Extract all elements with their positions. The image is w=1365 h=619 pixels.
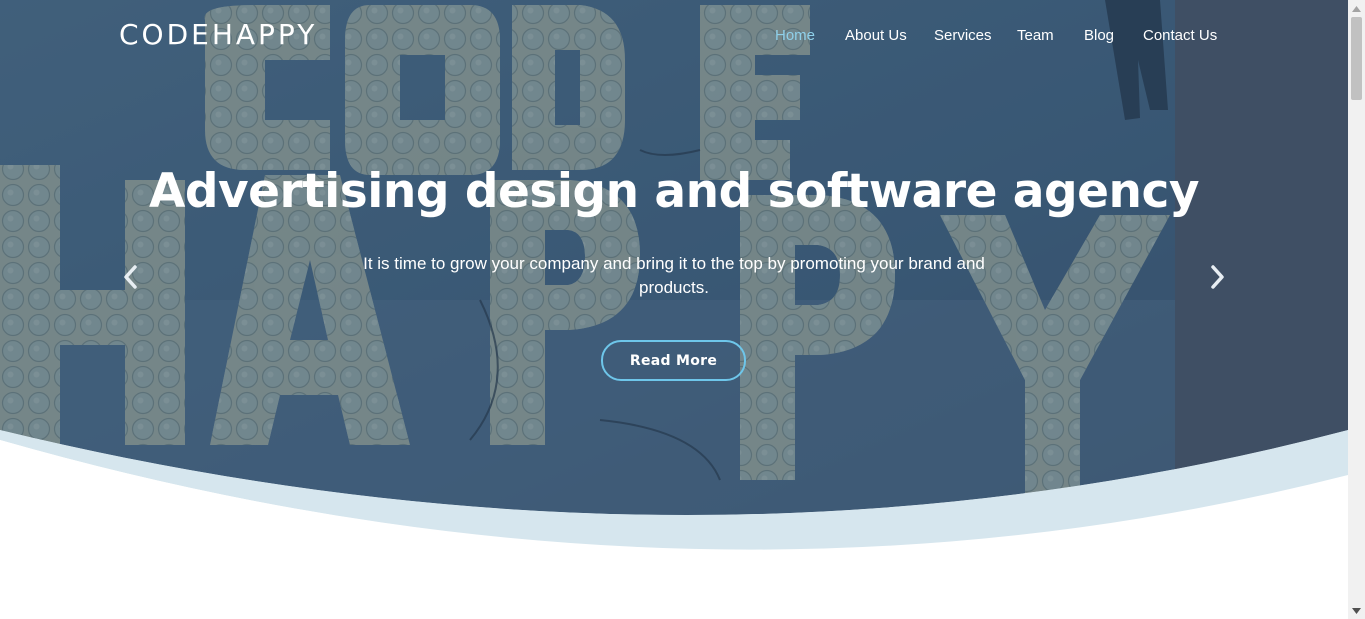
brand-logo[interactable]: CODEHAPPY <box>119 18 317 51</box>
chevron-left-icon <box>124 265 137 289</box>
carousel-next-button[interactable] <box>1202 262 1232 292</box>
nav-team[interactable]: Team <box>1017 27 1054 44</box>
nav-blog[interactable]: Blog <box>1084 27 1114 44</box>
hero-section: CODEHAPPY Home About Us Services Team Bl… <box>0 0 1348 619</box>
chevron-right-icon <box>1211 265 1224 289</box>
scrollbar-thumb[interactable] <box>1351 17 1362 100</box>
nav-contact-us[interactable]: Contact Us <box>1143 27 1217 44</box>
carousel-prev-button[interactable] <box>116 262 146 292</box>
hero-subtitle: It is time to grow your company and brin… <box>363 254 985 297</box>
hero-background-image <box>0 0 1348 619</box>
hero-title: Advertising design and software agency <box>148 164 1200 219</box>
page-scrollbar[interactable] <box>1348 0 1365 619</box>
scroll-up-arrow-icon[interactable] <box>1348 0 1365 17</box>
nav-services[interactable]: Services <box>934 27 992 44</box>
nav-home[interactable]: Home <box>775 27 815 44</box>
navbar: CODEHAPPY Home About Us Services Team Bl… <box>0 0 1348 74</box>
read-more-button[interactable]: Read More <box>601 340 746 381</box>
nav-about-us[interactable]: About Us <box>845 27 907 44</box>
scroll-down-arrow-icon[interactable] <box>1348 602 1365 619</box>
